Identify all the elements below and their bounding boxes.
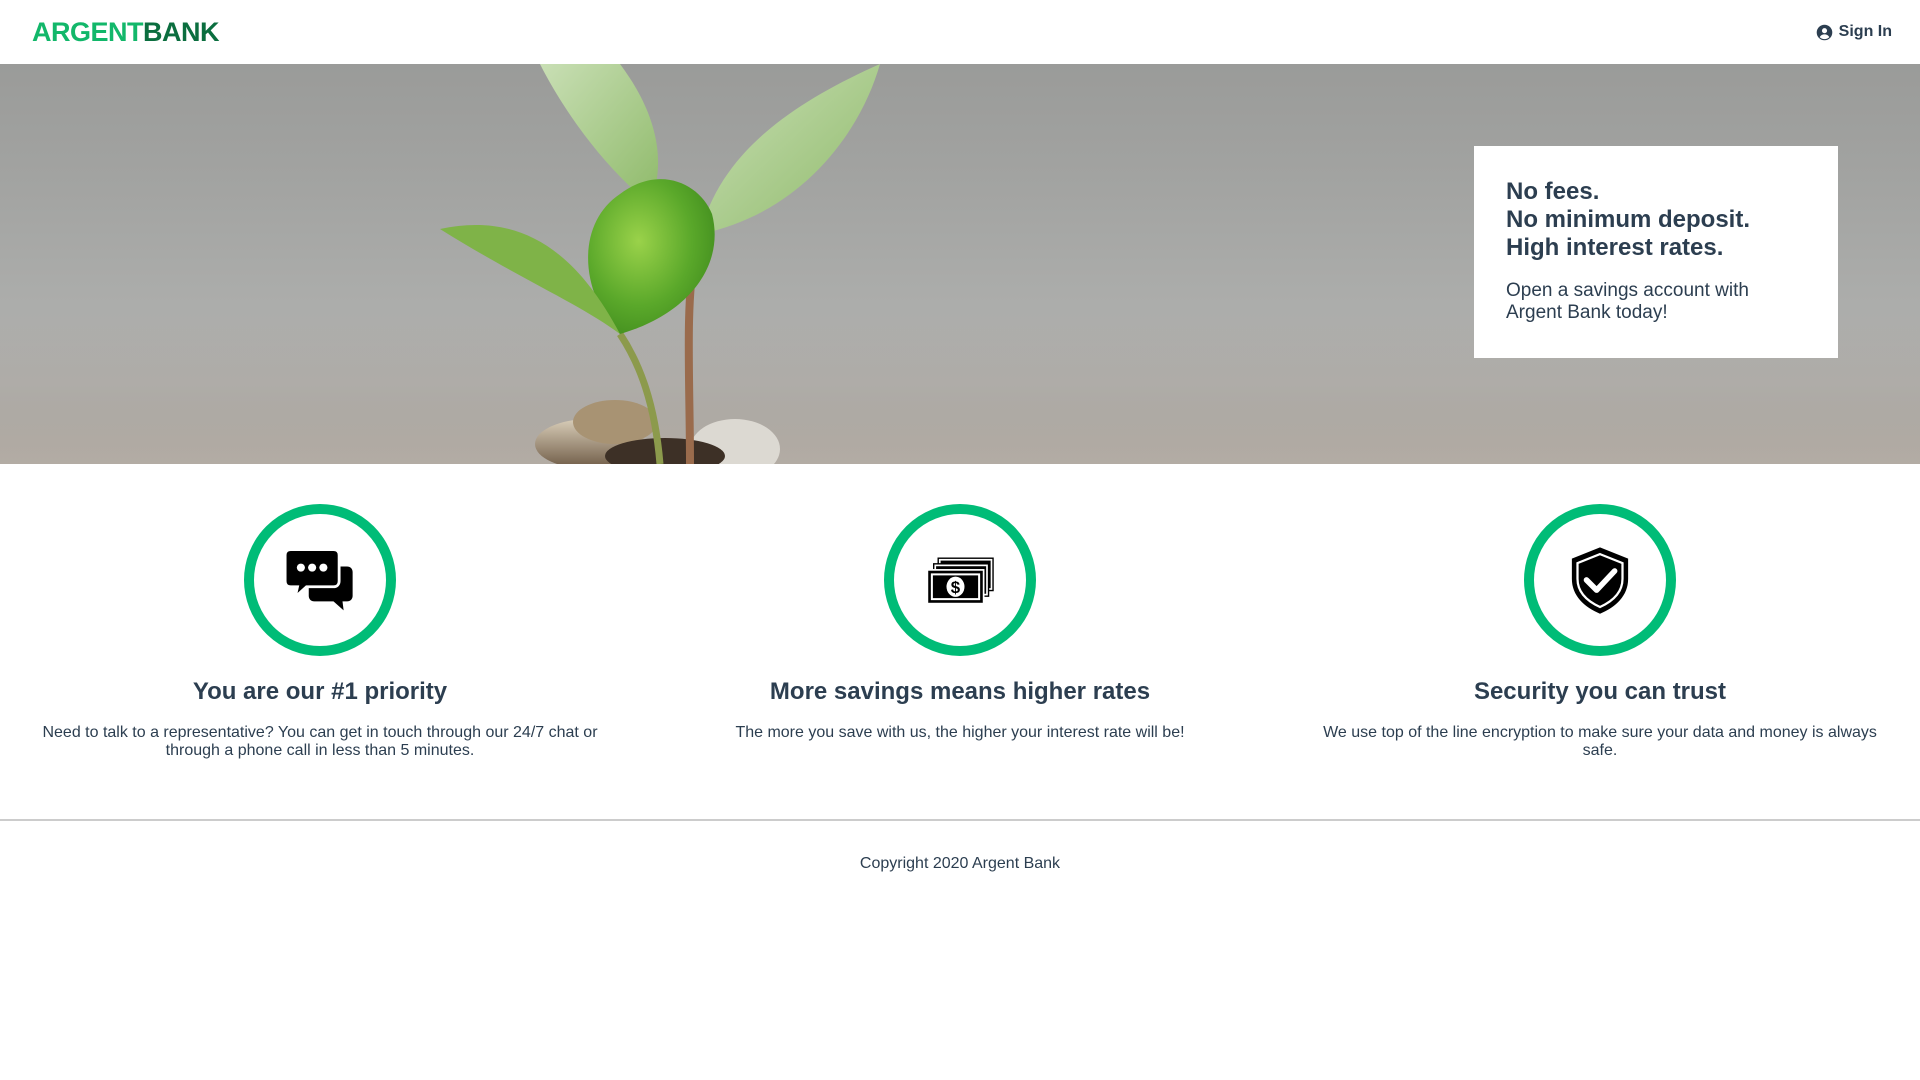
footer: Copyright 2020 Argent Bank	[0, 819, 1920, 907]
feature-title: Security you can trust	[1473, 678, 1727, 705]
sign-in-link[interactable]: Sign In	[1816, 23, 1892, 41]
feature-title: More savings means higher rates	[769, 678, 1151, 705]
main-nav: ARGENT BANK Sign In	[0, 0, 1920, 64]
footer-copyright: Copyright 2020 Argent Bank	[859, 855, 1061, 872]
features-section: You are our #1 priority Need to talk to …	[0, 464, 1920, 819]
svg-text:$: $	[951, 578, 961, 597]
sign-in-label: Sign In	[1838, 23, 1892, 40]
feature-item-savings: $ More savings means higher rates The mo…	[640, 464, 1280, 819]
feature-icon-circle	[244, 504, 396, 656]
feature-text: The more you save with us, the higher yo…	[735, 724, 1185, 741]
feature-text: We use top of the line encryption to mak…	[1323, 724, 1877, 759]
feature-icon-circle	[1524, 504, 1676, 656]
feature-title: You are our #1 priority	[192, 678, 448, 705]
security-shield-icon	[1571, 547, 1629, 614]
user-circle-icon	[1816, 24, 1832, 40]
money-icon: $	[926, 557, 994, 605]
hero-banner: No fees. No minimum deposit. High intere…	[0, 64, 1920, 464]
feature-item-priority: You are our #1 priority Need to talk to …	[0, 464, 640, 819]
logo-link[interactable]: ARGENT BANK	[32, 16, 220, 48]
logo-text-argent: ARGENT	[32, 16, 144, 47]
hero-subtitle-no-minimum-deposit: No minimum deposit.	[1506, 206, 1751, 233]
hero-text: Open a savings account with Argent Bank …	[1506, 280, 1749, 323]
feature-item-security: Security you can trust We use top of the…	[1280, 464, 1920, 819]
hero-subtitle-high-interest: High interest rates.	[1506, 234, 1724, 261]
feature-icon-circle: $	[884, 504, 1036, 656]
feature-text: Need to talk to a representative? You ca…	[42, 724, 598, 759]
logo-text-bank: BANK	[143, 16, 220, 47]
hero-promo-card: No fees. No minimum deposit. High intere…	[1474, 146, 1838, 358]
chat-icon	[284, 548, 353, 611]
hero-subtitle-no-fees: No fees.	[1506, 178, 1600, 205]
